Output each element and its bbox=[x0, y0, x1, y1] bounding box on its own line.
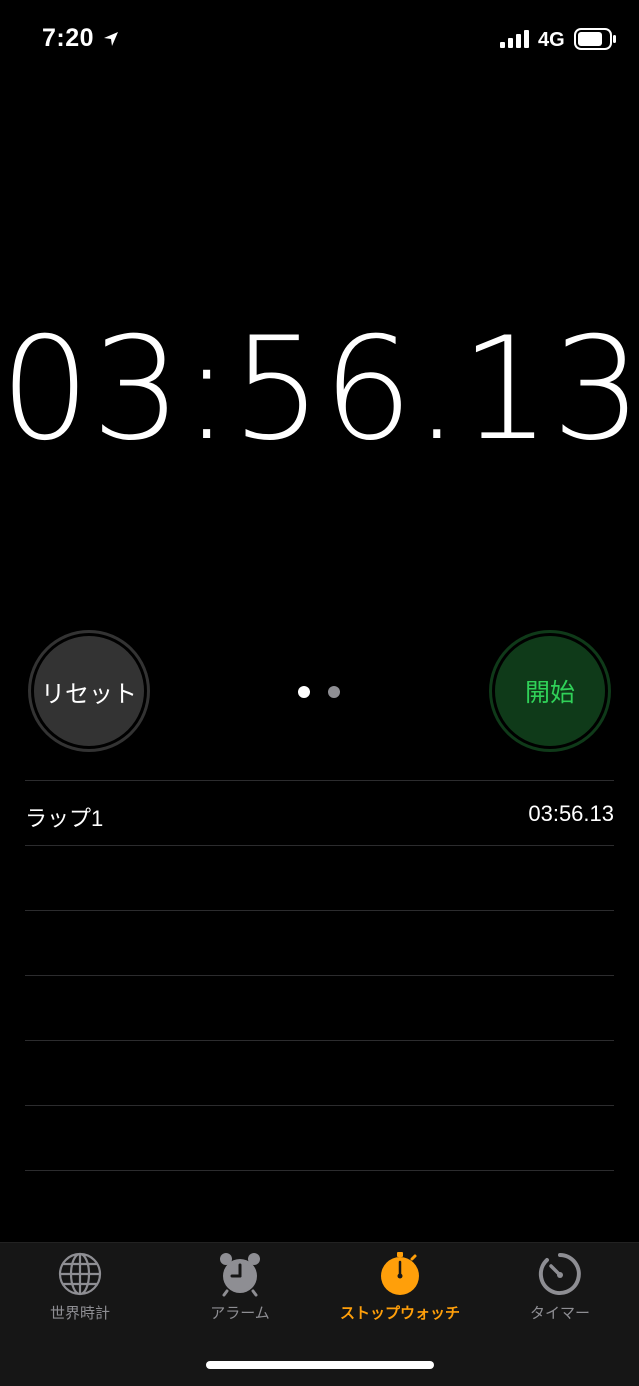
stopwatch-time-display: 03:56.13 bbox=[0, 307, 639, 472]
start-button-label: 開始 bbox=[492, 633, 608, 749]
lap-row: ラップ1 03:56.13 bbox=[25, 781, 614, 845]
page-indicator[interactable] bbox=[298, 686, 344, 698]
reset-button[interactable]: リセット bbox=[28, 630, 150, 752]
battery-icon bbox=[574, 28, 616, 50]
page-dot-active bbox=[298, 686, 310, 698]
tab-timer[interactable]: タイマー bbox=[480, 1251, 639, 1341]
stopwatch-icon bbox=[381, 1252, 419, 1295]
timer-icon bbox=[538, 1253, 581, 1295]
globe-icon bbox=[58, 1252, 102, 1296]
start-button[interactable]: 開始 bbox=[489, 630, 611, 752]
lap-row-empty bbox=[25, 911, 614, 975]
lap-label: ラップ1 bbox=[25, 806, 104, 831]
lap-row-empty bbox=[25, 1106, 614, 1170]
lap-time: 03:56.13 bbox=[528, 801, 614, 826]
signal-bars-icon bbox=[500, 30, 529, 48]
divider bbox=[25, 1170, 614, 1171]
home-indicator[interactable] bbox=[206, 1361, 434, 1369]
lap-list: ラップ1 03:56.13 bbox=[25, 780, 614, 1171]
lap-row-empty bbox=[25, 1041, 614, 1105]
tab-world-clock[interactable]: 世界時計 bbox=[0, 1251, 160, 1341]
status-bar: 7:20 4G bbox=[0, 0, 639, 80]
page-dot bbox=[328, 686, 340, 698]
alarm-clock-icon bbox=[220, 1253, 260, 1297]
tab-label: タイマー bbox=[529, 1305, 590, 1322]
tab-label: ストップウォッチ bbox=[339, 1305, 460, 1322]
tab-label: アラーム bbox=[210, 1305, 270, 1322]
tab-label: 世界時計 bbox=[49, 1305, 110, 1322]
status-time: 7:20 bbox=[42, 24, 95, 52]
lap-row-empty bbox=[25, 976, 614, 1040]
location-arrow-icon bbox=[104, 32, 118, 46]
network-type: 4G bbox=[538, 29, 565, 51]
tab-alarm[interactable]: アラーム bbox=[160, 1251, 320, 1341]
reset-button-label: リセット bbox=[31, 633, 147, 749]
tab-stopwatch[interactable]: ストップウォッチ bbox=[320, 1251, 480, 1341]
lap-row-empty bbox=[25, 846, 614, 910]
